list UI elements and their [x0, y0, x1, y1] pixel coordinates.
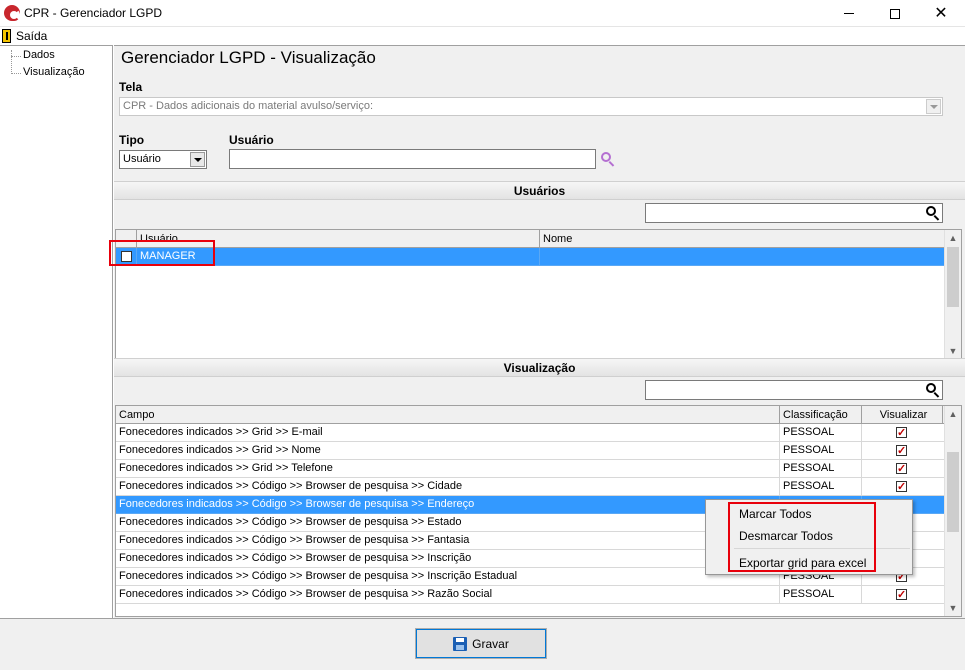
- title-bar: CPR - Gerenciador LGPD ✕: [0, 0, 965, 27]
- tela-select[interactable]: CPR - Dados adicionais do material avuls…: [119, 97, 943, 116]
- save-button-label: Gravar: [472, 636, 509, 651]
- table-row[interactable]: MANAGER: [116, 248, 945, 266]
- visualizar-checkbox[interactable]: [896, 587, 907, 603]
- cell-classificacao: PESSOAL: [780, 424, 862, 442]
- column-header-classificacao[interactable]: Classificação: [780, 406, 862, 424]
- cell-visualizar: [862, 442, 945, 460]
- visualizacao-section-header: Visualização: [114, 358, 965, 377]
- chevron-down-icon: [926, 99, 941, 114]
- cell-campo: Fonecedores indicados >> Código >> Brows…: [116, 532, 780, 550]
- save-disk-icon: [453, 636, 468, 651]
- cell-classificacao: PESSOAL: [780, 478, 862, 496]
- column-header-nome[interactable]: Nome: [540, 230, 945, 248]
- tipo-label: Tipo: [119, 133, 145, 147]
- cell-classificacao: PESSOAL: [780, 442, 862, 460]
- column-header-campo[interactable]: Campo: [116, 406, 780, 424]
- cell-campo: Fonecedores indicados >> Código >> Brows…: [116, 586, 780, 604]
- scroll-up-icon[interactable]: ▲: [945, 230, 961, 246]
- tipo-select[interactable]: Usuário: [119, 150, 207, 169]
- cell-nome: [540, 248, 945, 266]
- visualizar-checkbox[interactable]: [896, 479, 907, 495]
- app-logo-icon: [4, 5, 20, 21]
- table-row[interactable]: Fonecedores indicados >> Grid >> Nome PES…: [116, 442, 945, 460]
- cell-campo: Fonecedores indicados >> Código >> Brows…: [116, 496, 780, 514]
- menu-bar: Saída: [0, 27, 965, 45]
- menu-highlight-box: [728, 502, 876, 572]
- maximize-button[interactable]: [872, 0, 918, 27]
- usuarios-search-icon[interactable]: [925, 205, 941, 221]
- visualizar-checkbox[interactable]: [896, 443, 907, 459]
- cell-campo: Fonecedores indicados >> Grid >> Nome: [116, 442, 780, 460]
- tipo-select-value: Usuário: [123, 153, 161, 165]
- page-title: Gerenciador LGPD - Visualização: [121, 48, 376, 67]
- save-button[interactable]: Gravar: [415, 628, 547, 659]
- usuarios-section-header: Usuários: [114, 181, 965, 200]
- table-row[interactable]: Fonecedores indicados >> Grid >> E-mail P…: [116, 424, 945, 442]
- cell-campo: Fonecedores indicados >> Grid >> Telefon…: [116, 460, 780, 478]
- usuarios-scrollbar[interactable]: ▲ ▼: [944, 230, 961, 359]
- close-button[interactable]: ✕: [918, 0, 964, 27]
- minimize-icon: [844, 13, 854, 14]
- table-row[interactable]: Fonecedores indicados >> Código >> Brows…: [116, 478, 945, 496]
- usuarios-search-input[interactable]: [645, 203, 943, 223]
- navigation-tree: Dados Visualização: [0, 45, 113, 618]
- close-icon: ✕: [934, 4, 948, 22]
- cell-campo: Fonecedores indicados >> Código >> Brows…: [116, 568, 780, 586]
- exit-menu-item[interactable]: Saída: [2, 28, 47, 44]
- cell-classificacao: PESSOAL: [780, 460, 862, 478]
- window-title: CPR - Gerenciador LGPD: [24, 6, 163, 20]
- visualizacao-search-icon[interactable]: [925, 382, 941, 398]
- cell-campo: Fonecedores indicados >> Código >> Brows…: [116, 550, 780, 568]
- scroll-down-icon[interactable]: ▼: [945, 600, 961, 616]
- scroll-up-icon[interactable]: ▲: [945, 406, 961, 422]
- usuarios-grid: Usuário Nome MANAGER ▲ ▼: [115, 229, 962, 360]
- search-icon[interactable]: [600, 151, 616, 167]
- usuario-input[interactable]: [229, 149, 596, 169]
- usuarios-grid-header: Usuário Nome: [116, 230, 945, 248]
- visualizacao-scrollbar[interactable]: ▲ ▼: [944, 406, 961, 616]
- cell-visualizar: [862, 478, 945, 496]
- cell-campo: Fonecedores indicados >> Grid >> E-mail: [116, 424, 780, 442]
- column-header-visualizar[interactable]: Visualizar: [862, 406, 943, 424]
- tela-label: Tela: [119, 80, 143, 94]
- scroll-down-icon[interactable]: ▼: [945, 343, 961, 359]
- cell-campo: Fonecedores indicados >> Código >> Brows…: [116, 478, 780, 496]
- cell-visualizar: [862, 586, 945, 604]
- maximize-icon: [890, 8, 900, 19]
- visualizar-checkbox[interactable]: [896, 461, 907, 477]
- cell-campo: Fonecedores indicados >> Código >> Brows…: [116, 514, 780, 532]
- exit-door-icon: [2, 29, 11, 43]
- table-row[interactable]: Fonecedores indicados >> Código >> Brows…: [116, 586, 945, 604]
- visualizacao-grid-header: Campo Classificação Visualizar: [116, 406, 945, 424]
- cell-visualizar: [862, 424, 945, 442]
- cell-classificacao: PESSOAL: [780, 586, 862, 604]
- tree-item-dados[interactable]: Dados: [23, 49, 55, 61]
- tela-select-value: CPR - Dados adicionais do material avuls…: [123, 100, 374, 112]
- usuario-label: Usuário: [229, 133, 274, 147]
- chevron-down-icon: [190, 152, 205, 167]
- exit-menu-label: Saída: [16, 29, 48, 43]
- cell-visualizar: [862, 460, 945, 478]
- minimize-button[interactable]: [826, 0, 872, 27]
- user-highlight-box: [109, 240, 215, 266]
- tree-item-visualizacao[interactable]: Visualização: [23, 66, 85, 78]
- visualizacao-search-input[interactable]: [645, 380, 943, 400]
- table-row[interactable]: Fonecedores indicados >> Grid >> Telefon…: [116, 460, 945, 478]
- visualizar-checkbox[interactable]: [896, 425, 907, 441]
